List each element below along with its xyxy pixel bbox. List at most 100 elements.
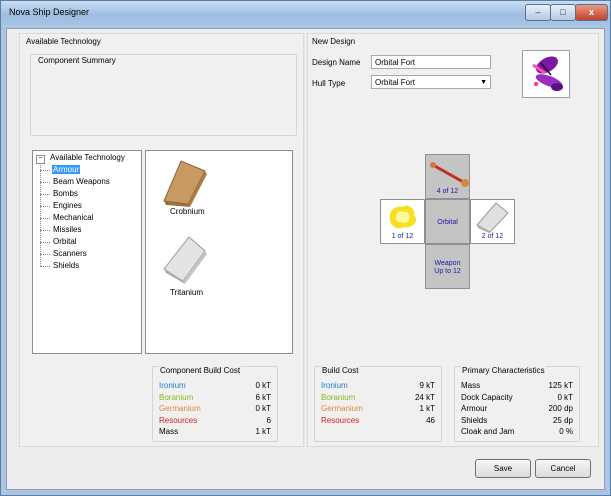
tree-line: [40, 163, 41, 266]
cancel-button[interactable]: Cancel: [535, 459, 591, 478]
slot-bottom-line2: Up to 12: [434, 268, 461, 275]
tree-line: [40, 242, 50, 243]
available-technology-panel: Available Technology Component Summary −…: [19, 33, 304, 447]
available-technology-title: Available Technology: [26, 37, 101, 46]
dropdown-arrow-icon: ▼: [480, 79, 487, 86]
stat-row: Cloak and Jam 0 %: [461, 427, 573, 438]
stat-label: Boranium: [321, 392, 356, 402]
stat-value: 25 dp: [552, 415, 573, 425]
tree-root[interactable]: Available Technology: [50, 153, 125, 162]
beam-weapon-icon: [430, 162, 469, 187]
stat-label: Armour: [461, 404, 488, 413]
stat-label: Mass: [461, 381, 481, 390]
tree-item-bombs[interactable]: Bombs: [52, 189, 79, 198]
close-button[interactable]: x: [575, 4, 608, 21]
slot-center-label: Orbital: [437, 219, 458, 226]
stat-row: Boranium 24 kT: [321, 393, 435, 404]
tree-line: [40, 194, 50, 195]
stat-row: Germanium 1 kT: [321, 404, 435, 415]
slot-left-empty[interactable]: 1 of 12: [380, 199, 425, 244]
stat-value: 125 kT: [548, 381, 573, 390]
yellow-explosion-icon: [389, 205, 417, 229]
tree-line: [40, 182, 50, 183]
build-cost-title: Build Cost: [321, 366, 360, 375]
tree-item-beam-weapons[interactable]: Beam Weapons: [52, 177, 111, 186]
stat-row: Dock Capacity 0 kT: [461, 393, 573, 404]
stat-row: Shields 25 dp: [461, 416, 573, 427]
stat-value: 0 kT: [557, 392, 573, 402]
stat-label: Germanium: [321, 404, 363, 413]
stat-value: 6 kT: [255, 392, 271, 402]
slot-bottom-weapon[interactable]: Weapon Up to 12: [425, 244, 470, 289]
stat-value: 24 kT: [414, 392, 435, 402]
stat-label: Dock Capacity: [461, 392, 513, 402]
save-button[interactable]: Save: [475, 459, 531, 478]
stat-value: 0 kT: [255, 404, 271, 413]
tree-line: [40, 170, 50, 171]
tree-line: [40, 230, 50, 231]
stat-row: Boranium 6 kT: [159, 393, 271, 404]
hull-type-select[interactable]: Orbital Fort ▼: [371, 75, 491, 89]
tree-item-mechanical[interactable]: Mechanical: [52, 213, 94, 222]
stat-label: Boranium: [159, 392, 194, 402]
tree-item-shields[interactable]: Shields: [52, 261, 80, 270]
stat-row: Resources 6: [159, 416, 271, 427]
stat-label: Germanium: [159, 404, 201, 413]
stat-value: 0 %: [559, 427, 573, 436]
ship-designer-window: Nova Ship Designer – □ x Available Techn…: [0, 0, 611, 496]
slot-right-armour[interactable]: 2 of 12: [470, 199, 515, 244]
minimize-button[interactable]: –: [525, 4, 551, 21]
slot-right-count: 2 of 12: [481, 233, 504, 240]
crobnium-armour-icon[interactable]: [161, 157, 209, 207]
hull-type-value: Orbital Fort: [375, 78, 416, 87]
technology-tree[interactable]: − Available Technology Armour Beam Weapon…: [32, 150, 142, 354]
stat-label: Shields: [461, 415, 488, 425]
component-name-tritanium: Tritanium: [170, 288, 204, 297]
stat-row: Germanium 0 kT: [159, 404, 271, 415]
tree-item-armour[interactable]: Armour: [52, 165, 81, 174]
tree-item-orbital[interactable]: Orbital: [52, 237, 78, 246]
design-name-label: Design Name: [312, 58, 361, 67]
tree-line: [40, 254, 50, 255]
stat-row: Mass 1 kT: [159, 427, 271, 438]
stat-label: Ironium: [321, 381, 348, 390]
tree-line: [40, 218, 50, 219]
stat-label: Mass: [159, 427, 179, 436]
tree-line: [40, 266, 50, 267]
stat-value: 1 kT: [255, 427, 271, 436]
tree-item-missiles[interactable]: Missiles: [52, 225, 82, 234]
slot-bottom-line1: Weapon: [434, 260, 461, 267]
stat-row: Resources 46: [321, 416, 435, 427]
component-build-cost-title: Component Build Cost: [159, 366, 242, 375]
slot-top-beam[interactable]: 4 of 12: [425, 154, 470, 199]
stat-value: 9 kT: [419, 381, 435, 390]
primary-characteristics-title: Primary Characteristics: [461, 366, 546, 375]
tree-line: [40, 206, 50, 207]
tree-item-scanners[interactable]: Scanners: [52, 249, 88, 258]
slot-left-count: 1 of 12: [391, 233, 414, 240]
tree-item-engines[interactable]: Engines: [52, 201, 83, 210]
tritanium-armour-icon[interactable]: [161, 233, 209, 285]
stat-label: Ironium: [159, 381, 186, 390]
design-name-input[interactable]: Orbital Fort: [371, 55, 491, 69]
new-design-title: New Design: [312, 37, 356, 46]
window-client-area: Available Technology Component Summary −…: [6, 28, 605, 490]
component-list[interactable]: Crobnium Tritanium: [145, 150, 293, 354]
primary-characteristics-group: Primary Characteristics Mass 125 kT Dock C…: [454, 366, 580, 442]
component-summary-title: Component Summary: [37, 56, 117, 65]
stat-value: 0 kT: [255, 381, 271, 390]
stat-row: Armour 200 dp: [461, 404, 573, 415]
stat-value: 200 dp: [548, 404, 573, 413]
build-cost-group: Build Cost Ironium 9 kT Boranium 24 kT Germa…: [314, 366, 442, 442]
maximize-button[interactable]: □: [550, 4, 576, 21]
stat-label: Cloak and Jam: [461, 427, 515, 436]
slot-center-orbital[interactable]: Orbital: [425, 199, 470, 244]
stat-label: Resources: [321, 415, 360, 425]
window-title: Nova Ship Designer: [9, 7, 90, 17]
stat-row: Ironium 0 kT: [159, 381, 271, 392]
stat-value: 46: [426, 415, 435, 425]
new-design-panel: New Design Design Name Orbital Fort Hull…: [307, 33, 599, 447]
stat-value: 1 kT: [419, 404, 435, 413]
tritanium-armour-icon: [476, 202, 509, 233]
stat-value: 6: [266, 415, 271, 425]
